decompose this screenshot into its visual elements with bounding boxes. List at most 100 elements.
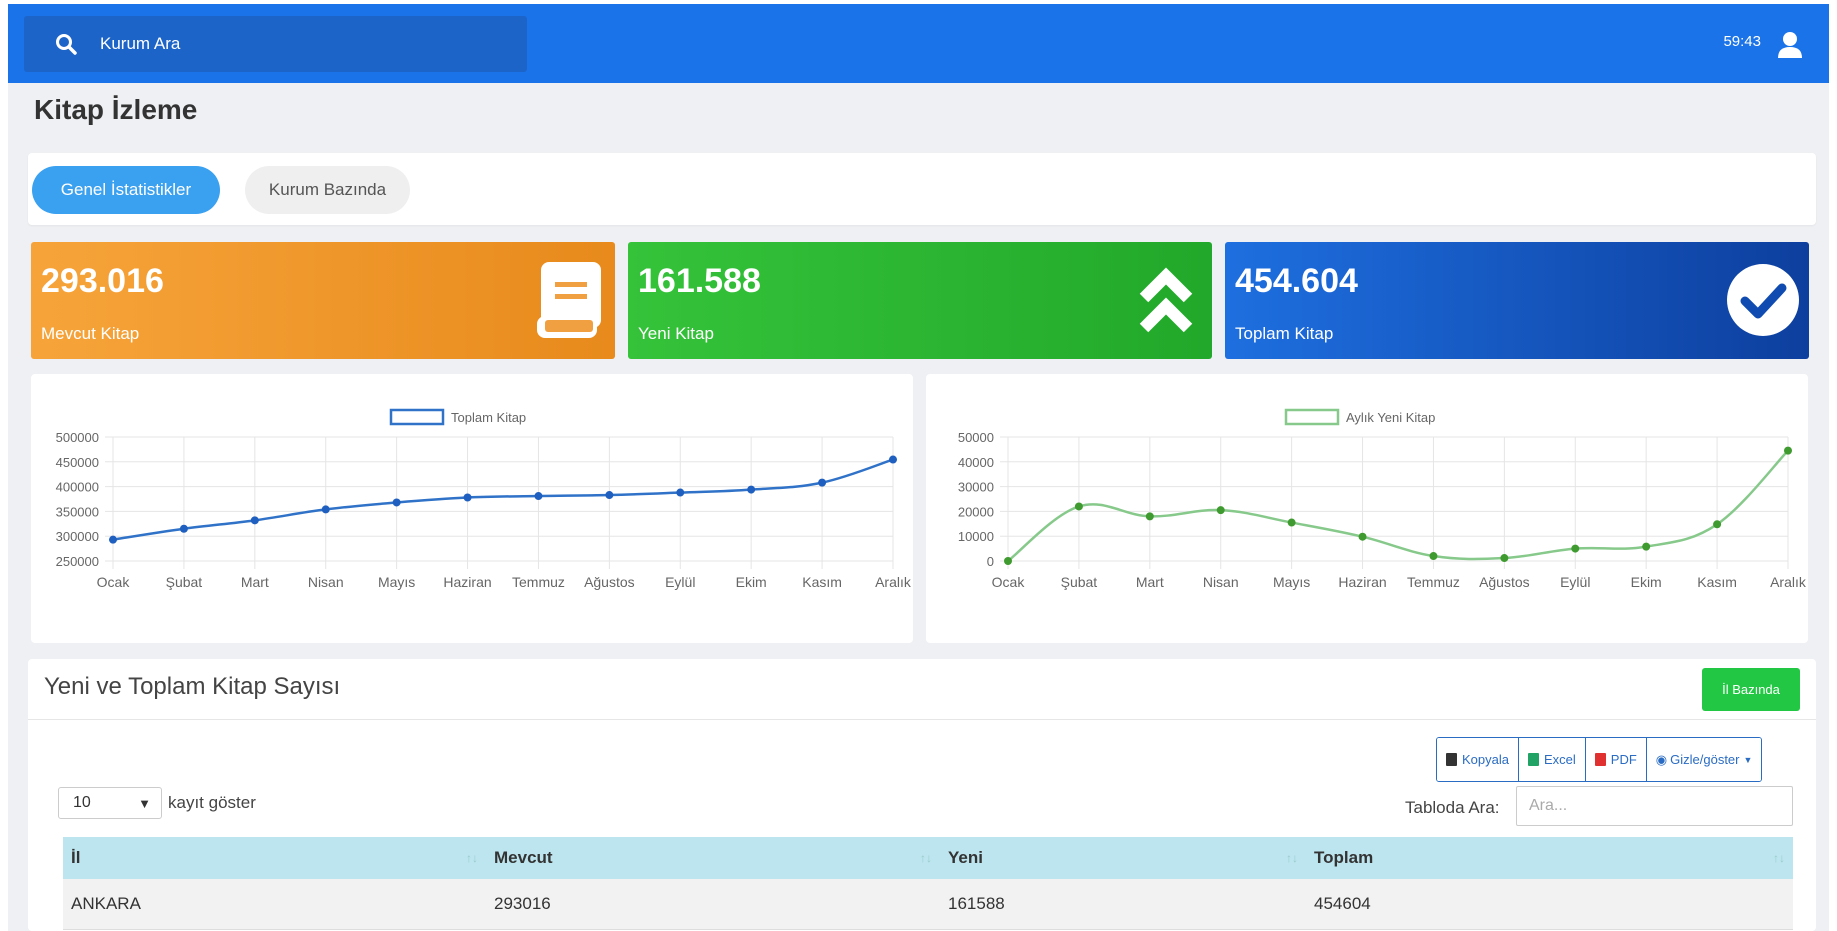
user-icon[interactable] (1777, 31, 1803, 59)
data-point (1358, 532, 1367, 541)
y-tick-label: 40000 (958, 455, 994, 470)
y-tick-label: 250000 (56, 554, 99, 569)
y-tick-label: 50000 (958, 430, 994, 445)
column-visibility-button[interactable]: ◉ Gizle/göster ▼ (1646, 738, 1762, 781)
x-tick-label: Ağustos (1479, 574, 1530, 590)
y-tick-label: 450000 (56, 455, 99, 470)
search-label: Kurum Ara (100, 34, 181, 53)
page-length-select[interactable]: 10 ▼ (58, 787, 162, 819)
sort-icon: ↑↓ (1286, 851, 1298, 865)
legend-swatch (1284, 408, 1340, 426)
column-label: Toplam (1314, 848, 1374, 867)
app: Kurum Ara 59:43 Kitap İzleme Genel İstat… (8, 0, 1829, 931)
data-point (321, 505, 330, 514)
data-point (534, 492, 543, 501)
column-header-yeni[interactable]: Yeni ↑↓ (940, 837, 1306, 879)
export-button-group: Kopyala Excel PDF ◉ Gizle/göster ▼ (1436, 737, 1763, 782)
pdf-button[interactable]: PDF (1585, 738, 1647, 781)
tab-kurum-bazinda[interactable]: Kurum Bazında (245, 166, 410, 214)
column-label: Mevcut (494, 848, 553, 867)
button-label: Gizle/göster (1670, 752, 1740, 767)
x-tick-label: Eylül (665, 574, 695, 590)
data-point (1287, 518, 1296, 527)
kurum-search[interactable]: Kurum Ara (24, 16, 527, 72)
cell-il: ANKARA (71, 893, 141, 913)
tab-genel-istatistikler[interactable]: Genel İstatistikler (32, 166, 220, 214)
stat-toplam-kitap: 454.604 Toplam Kitap (1225, 242, 1809, 359)
length-control: 10 ▼ kayıt göster (58, 787, 256, 819)
page-title: Kitap İzleme (34, 94, 198, 125)
data-point (179, 524, 188, 533)
copy-icon (1446, 753, 1457, 766)
chart-svg: Aylık Yeni Kitap 50000 40000 30000 20000 1000… (958, 408, 1807, 590)
stat-value: 161.588 (638, 262, 761, 300)
copy-button[interactable]: Kopyala (1437, 738, 1519, 781)
sort-icon: ↑↓ (466, 851, 478, 865)
y-tick-label: 10000 (958, 529, 994, 544)
excel-button[interactable]: Excel (1518, 738, 1586, 781)
data-point (1642, 542, 1651, 551)
data-point (109, 535, 117, 544)
caret-down-icon: ▼ (1743, 754, 1753, 765)
x-tick-label: Nisan (308, 574, 344, 590)
x-tick-label: Aralık (1770, 574, 1807, 590)
button-label: Kopyala (1462, 752, 1509, 767)
data-table: İl ↑↓ Mevcut ↑↓ Yeni ↑↓ Toplam ↑↓ ANKARA 293… (63, 837, 1793, 930)
data-point (1145, 512, 1154, 521)
x-tick-label: Mart (241, 574, 269, 590)
column-label: İl (71, 848, 81, 867)
x-tick-label: Haziran (443, 574, 491, 590)
chart-svg: Toplam Kitap 500000 450000 400000 350000 3000… (56, 408, 912, 590)
y-tick-label: 400000 (56, 480, 99, 495)
data-point (1004, 557, 1012, 565)
table-row: ANKARA 293016 161588 454604 (63, 879, 1793, 929)
chart-toplam-kitap: Toplam Kitap 500000 450000 400000 350000 3000… (31, 374, 913, 643)
x-tick-label: Ekim (736, 574, 767, 590)
data-point (1784, 446, 1792, 455)
column-header-toplam[interactable]: Toplam ↑↓ (1306, 837, 1793, 879)
data-point (1571, 544, 1580, 553)
cell-toplam: 454604 (1314, 893, 1371, 913)
legend: Aylık Yeni Kitap (1284, 408, 1435, 426)
divider (28, 719, 1816, 720)
data-point (676, 488, 685, 497)
x-tick-label: Mayıs (378, 574, 415, 590)
x-tick-label: Ağustos (584, 574, 635, 590)
stat-label: Mevcut Kitap (41, 324, 140, 343)
data-point (1074, 502, 1083, 511)
table-title: Yeni ve Toplam Kitap Sayısı (44, 673, 341, 700)
data-point (392, 498, 401, 507)
cell-yeni: 161588 (948, 893, 1005, 913)
series-line (112, 458, 894, 541)
data-point (463, 493, 472, 502)
stat-label: Toplam Kitap (1235, 324, 1334, 343)
cell-mevcut: 293016 (494, 893, 551, 913)
column-label: Yeni (948, 848, 983, 867)
column-header-il[interactable]: İl ↑↓ (63, 837, 486, 879)
sort-icon: ↑↓ (1773, 851, 1785, 865)
data-point (250, 516, 259, 525)
y-tick-label: 500000 (56, 430, 99, 445)
x-tick-label: Temmuz (1407, 574, 1460, 590)
pdf-icon (1594, 753, 1606, 766)
il-bazinda-button[interactable]: İl Bazında (1702, 668, 1800, 711)
column-header-mevcut[interactable]: Mevcut ↑↓ (486, 837, 940, 879)
tabs-card: Genel İstatistikler Kurum Bazında (28, 153, 1816, 225)
data-point (1500, 554, 1509, 563)
table-search-input[interactable] (1516, 786, 1793, 826)
x-tick-label: Mayıs (1273, 574, 1310, 590)
double-chevron-up-icon (1139, 267, 1193, 333)
x-tick-label: Kasım (1697, 574, 1737, 590)
top-bar: Kurum Ara 59:43 (8, 0, 1829, 83)
x-tick-label: Nisan (1203, 574, 1239, 590)
book-icon (537, 262, 601, 338)
legend-label: Toplam Kitap (451, 410, 526, 425)
y-tick-label: 30000 (958, 480, 994, 495)
x-tick-label: Mart (1136, 574, 1164, 590)
stat-yeni-kitap: 161.588 Yeni Kitap (628, 242, 1212, 359)
data-point (1216, 506, 1225, 515)
stat-value: 293.016 (41, 262, 164, 300)
excel-icon (1527, 753, 1539, 766)
button-label: Excel (1543, 752, 1576, 767)
stat-value: 454.604 (1235, 262, 1358, 300)
